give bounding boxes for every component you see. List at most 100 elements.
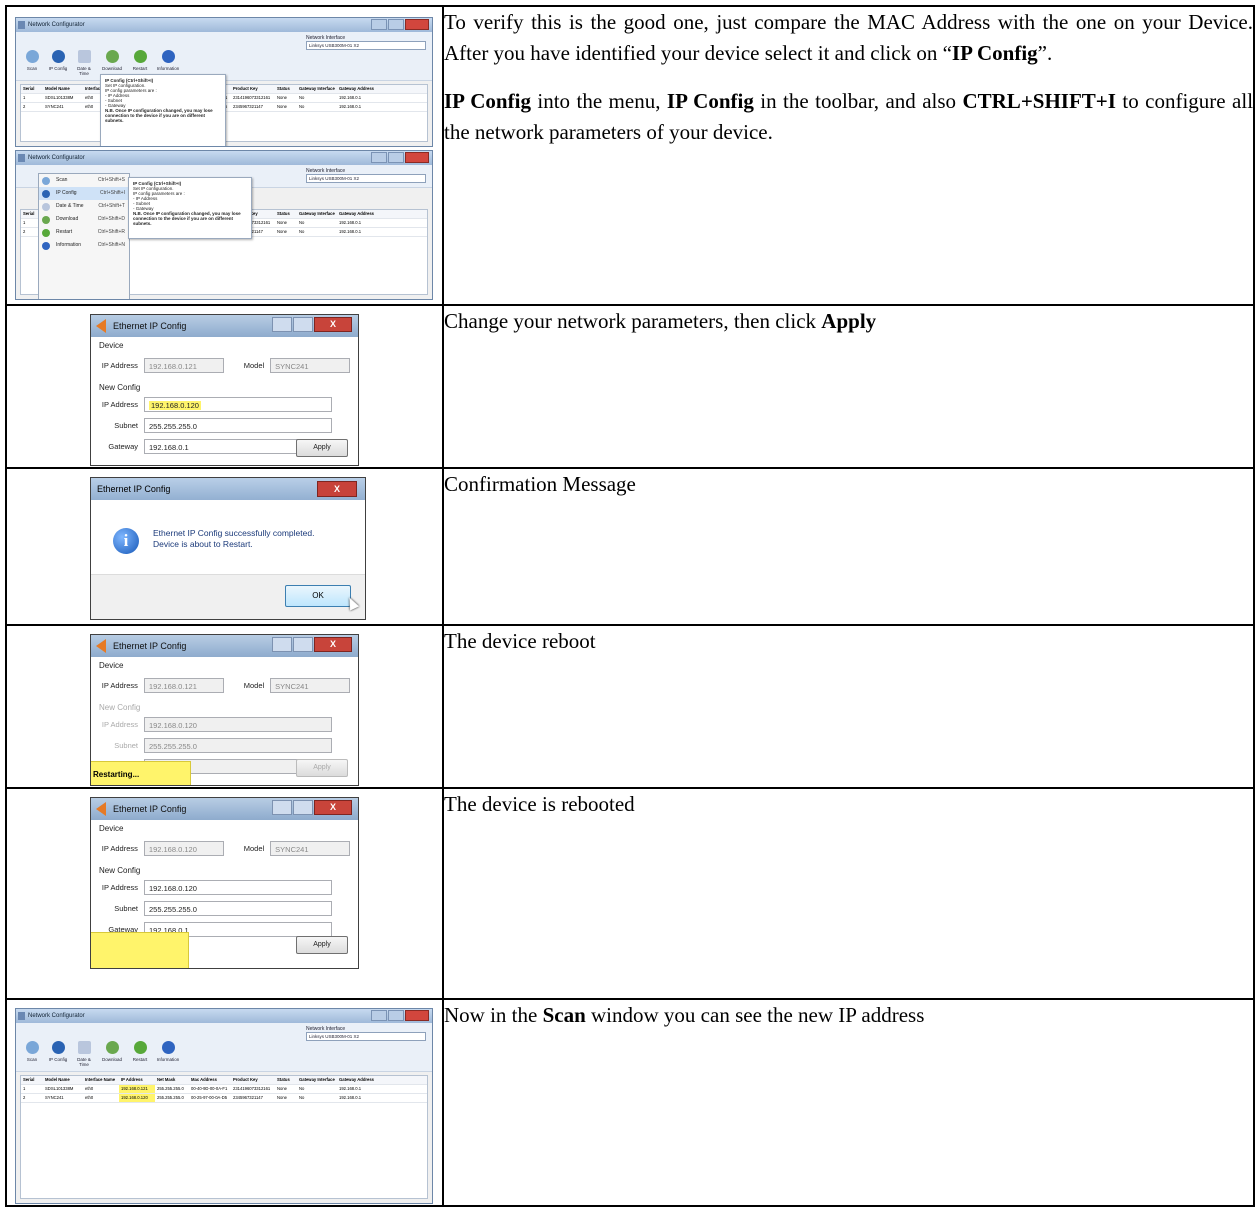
menu-item[interactable]: Scan Ctrl+Shift+S	[39, 174, 129, 187]
maximize-button[interactable]	[293, 800, 313, 815]
table-cell: 1	[23, 1086, 26, 1091]
close-button[interactable]: X	[314, 317, 352, 332]
table-row[interactable]: 2 SYNC241 eth0 192.168.0.120 255.255.255.0 00…	[21, 1094, 427, 1103]
dialog-titlebar: Ethernet IP Config X	[91, 315, 358, 337]
maximize-button[interactable]	[388, 19, 404, 30]
maximize-button[interactable]	[293, 637, 313, 652]
close-button[interactable]: X	[314, 637, 352, 652]
screenshot-cell: Network Configurator Network Interface Li…	[5, 998, 444, 1207]
minimize-button[interactable]	[371, 1010, 387, 1021]
network-interface-select[interactable]: Linksys USB300M-01 X2	[306, 174, 426, 183]
device-group-label: Device	[99, 661, 124, 670]
toolbar-restart-button[interactable]: Restart	[128, 50, 152, 71]
close-button[interactable]	[405, 152, 429, 163]
close-button[interactable]	[405, 1010, 429, 1021]
column-header[interactable]: Gateway Interface	[297, 85, 337, 93]
column-header[interactable]: Gateway Interface	[297, 210, 337, 218]
network-interface-select[interactable]: Linksys USB300M-01 X2	[306, 1032, 426, 1041]
column-header[interactable]: Status	[275, 1076, 297, 1084]
dialog-title: Ethernet IP Config	[97, 484, 171, 494]
toolbar-download-button[interactable]: Download	[100, 50, 124, 71]
toolbar-datetime-button[interactable]: Date & Time	[72, 50, 96, 76]
menu-item[interactable]: Information Ctrl+Shift+N	[39, 239, 129, 252]
column-header[interactable]: Net Mask	[155, 1076, 189, 1084]
minimize-button[interactable]	[371, 19, 387, 30]
apply-button[interactable]: Apply	[296, 439, 348, 457]
column-header[interactable]: Model Name	[43, 1076, 83, 1084]
subnet-label: Subnet	[114, 420, 138, 430]
close-button[interactable]	[405, 19, 429, 30]
maximize-button[interactable]	[388, 1010, 404, 1021]
apply-button[interactable]: Apply	[296, 759, 348, 777]
toolbar-information-button[interactable]: Information	[156, 1041, 180, 1062]
menu-item-shortcut: Ctrl+Shift+D	[97, 216, 125, 222]
menu-item[interactable]: IP Config Ctrl+Shift+I	[39, 187, 129, 200]
table-row[interactable]: 1 SDSL101338M eth0 192.168.0.121255.255.255…	[21, 1085, 427, 1094]
column-header[interactable]: Gateway Address	[337, 85, 377, 93]
window-controls[interactable]: X	[271, 637, 352, 652]
globe-icon	[51, 1041, 65, 1054]
dialog-title: Ethernet IP Config	[113, 641, 187, 651]
window-controls[interactable]	[370, 1010, 429, 1021]
maximize-button[interactable]	[388, 152, 404, 163]
column-header[interactable]: Interface Name	[83, 1076, 119, 1084]
netconfig-window-scan: Network Configurator Network Interface Li…	[15, 1008, 433, 1204]
column-header[interactable]: IP Address	[119, 1076, 155, 1084]
toolbar-ipconfig-button[interactable]: IP Config	[46, 50, 70, 71]
column-header[interactable]: Gateway Address	[337, 210, 377, 218]
toolbar-label: Scan	[26, 66, 38, 71]
subnet-input[interactable]: 255.255.255.0	[144, 417, 332, 433]
ok-button[interactable]: OK	[285, 585, 351, 607]
bold-text: CTRL+SHIFT+I	[962, 89, 1116, 113]
device-ip-field: 192.168.0.121	[143, 357, 224, 373]
toolbar-datetime-button[interactable]: Date & Time	[72, 1041, 96, 1067]
toolbar-information-button[interactable]: Information	[156, 50, 180, 71]
subnet-input[interactable]: 255.255.255.0	[144, 900, 332, 916]
column-header[interactable]: Serial	[21, 1076, 43, 1084]
app-logo-icon	[96, 802, 106, 816]
column-header[interactable]: Status	[275, 210, 297, 218]
toolbar-scan-button[interactable]: Scan	[20, 1041, 44, 1062]
apply-button[interactable]: Apply	[296, 936, 348, 954]
step-text: To verify this is the good one, just com…	[442, 5, 1255, 306]
column-header[interactable]: Gateway Address	[337, 1076, 377, 1084]
menu-item[interactable]: Restart Ctrl+Shift+R	[39, 226, 129, 239]
menu-item[interactable]: Download Ctrl+Shift+D	[39, 213, 129, 226]
column-header[interactable]: Serial	[21, 85, 43, 93]
ip-input: 192.168.0.120	[144, 716, 332, 732]
table-cell: SYNC241	[45, 1095, 64, 1100]
app-logo-icon	[96, 639, 106, 653]
minimize-button[interactable]	[272, 800, 292, 815]
window-titlebar: Network Configurator	[16, 1009, 432, 1023]
column-header[interactable]: Model Name	[43, 85, 83, 93]
column-header[interactable]: Status	[275, 85, 297, 93]
window-title: Network Configurator	[28, 22, 85, 28]
toolbar-ipconfig-button[interactable]: IP Config	[46, 1041, 70, 1062]
column-header[interactable]: Product Key	[231, 1076, 275, 1084]
new-config-label: New Config	[99, 866, 141, 875]
dialog-titlebar: Ethernet IP Config X	[91, 478, 365, 500]
window-controls[interactable]	[370, 19, 429, 30]
minimize-button[interactable]	[272, 317, 292, 332]
toolbar-restart-button[interactable]: Restart	[128, 1041, 152, 1062]
close-button[interactable]: X	[317, 481, 357, 497]
window-controls[interactable]: X	[271, 800, 352, 815]
window-controls[interactable]: X	[271, 317, 352, 332]
minimize-button[interactable]	[272, 637, 292, 652]
menu-item[interactable]: Date & Time Ctrl+Shift+T	[39, 200, 129, 213]
minimize-button[interactable]	[371, 152, 387, 163]
text-run: Change your network parameters, then cli…	[444, 309, 822, 333]
column-header[interactable]: Product Key	[231, 85, 275, 93]
maximize-button[interactable]	[293, 317, 313, 332]
device-ip-row: IP Address 192.168.0.121 Model SYNC241	[99, 676, 350, 694]
column-header[interactable]: Mac Address	[189, 1076, 231, 1084]
column-header[interactable]: Gateway Interface	[297, 1076, 337, 1084]
model-label: Model	[243, 360, 265, 370]
toolbar-download-button[interactable]: Download	[100, 1041, 124, 1062]
toolbar-scan-button[interactable]: Scan	[20, 50, 44, 71]
close-button[interactable]: X	[314, 800, 352, 815]
network-interface-select[interactable]: Linksys USB300M-01 X2	[306, 41, 426, 50]
ip-input[interactable]: 192.168.0.120	[144, 396, 332, 412]
ip-input[interactable]: 192.168.0.120	[144, 879, 332, 895]
window-controls[interactable]	[370, 152, 429, 163]
